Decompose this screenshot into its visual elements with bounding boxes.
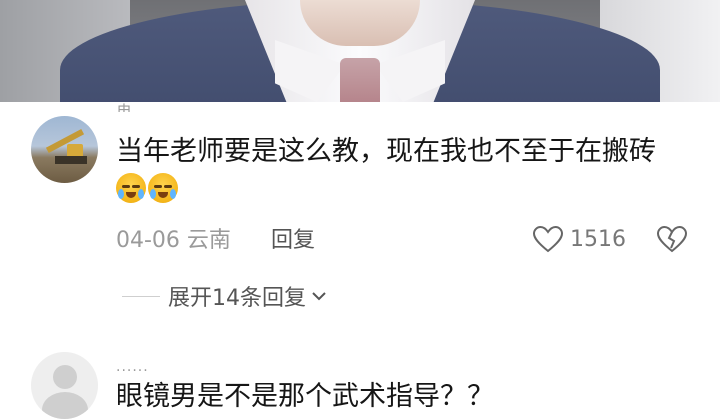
excavator-track xyxy=(55,156,87,164)
comment-date-location: 04-06 云南 xyxy=(116,228,231,253)
comment-text: 眼镜男是不是那个武术指导？？ xyxy=(116,381,494,412)
broken-heart-icon[interactable] xyxy=(656,224,688,254)
crying-laughing-emoji-icon xyxy=(116,173,146,203)
default-avatar-head xyxy=(53,365,77,389)
heart-outline-icon xyxy=(532,225,564,253)
like-count: 1516 xyxy=(570,226,626,252)
expand-replies-label: 展开14条回复 xyxy=(168,286,306,311)
divider-line xyxy=(122,295,160,297)
expand-replies-button[interactable]: 展开14条回复 xyxy=(122,280,328,312)
default-avatar-body xyxy=(42,392,88,419)
avatar[interactable] xyxy=(31,116,98,183)
chevron-down-icon xyxy=(312,292,326,301)
comment-username[interactable]: ...... xyxy=(116,359,149,375)
comment-text: 当年老师要是这么教，现在我也不至于在搬砖 xyxy=(116,133,686,207)
like-button[interactable]: 1516 xyxy=(532,224,626,254)
avatar[interactable] xyxy=(31,352,98,419)
comment-username[interactable]: 冉... xyxy=(116,98,147,112)
reply-button[interactable]: 回复 xyxy=(271,222,315,254)
comment-text-content: 当年老师要是这么教，现在我也不至于在搬砖 xyxy=(116,136,656,167)
crying-laughing-emoji-icon xyxy=(148,173,178,203)
video-person-tie xyxy=(340,58,380,102)
video-player[interactable] xyxy=(0,0,720,102)
